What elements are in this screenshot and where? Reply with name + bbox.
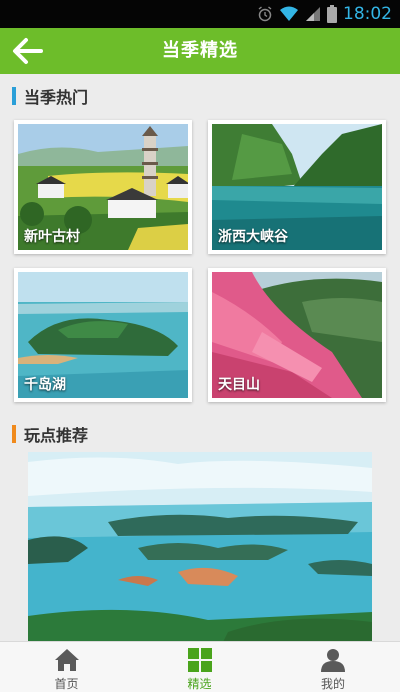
card-xinye-village[interactable]: 新叶古村 (14, 120, 192, 254)
section-accent-bar (12, 87, 16, 105)
app-bar: 当季精选 (0, 28, 400, 74)
card-tianmu-mountain[interactable]: 天目山 (208, 268, 386, 402)
tab-featured-label: 精选 (187, 677, 212, 691)
status-time: 18:02 (343, 4, 392, 24)
signal-icon (306, 7, 320, 21)
status-bar: 18:02 (0, 0, 400, 28)
card-label: 天目山 (218, 377, 260, 393)
section-title-recommend: 玩点推荐 (24, 426, 89, 445)
tab-mine-label: 我的 (320, 677, 345, 691)
bottom-tab-bar: 首页 精选 我的 (0, 641, 400, 692)
page-title: 当季精选 (162, 40, 238, 61)
section-accent-bar (12, 425, 16, 443)
battery-icon (327, 5, 337, 23)
tab-mine[interactable]: 我的 (266, 642, 400, 692)
wifi-icon (280, 6, 298, 21)
tab-featured[interactable]: 精选 (133, 642, 266, 692)
section-header-hot: 当季热门 (12, 85, 88, 107)
tab-home-label: 首页 (54, 677, 79, 691)
alarm-icon (258, 6, 272, 22)
section-header-recommend: 玩点推荐 (12, 423, 88, 445)
card-label: 千岛湖 (24, 377, 66, 393)
user-icon (321, 649, 345, 672)
card-label: 新叶古村 (24, 229, 80, 245)
card-label: 浙西大峡谷 (218, 229, 288, 245)
section-title-hot: 当季热门 (24, 88, 89, 107)
content-area[interactable]: 当季热门 新叶古村 浙西大峡谷 千岛湖 天目山 玩点推荐 (0, 74, 400, 641)
card-qiandao-lake[interactable]: 千岛湖 (14, 268, 192, 402)
grid-icon (187, 648, 212, 672)
card-zhexi-canyon[interactable]: 浙西大峡谷 (208, 120, 386, 254)
recommend-banner[interactable] (28, 452, 372, 641)
tab-home[interactable]: 首页 (0, 642, 133, 692)
home-icon (54, 649, 79, 671)
banner-image (28, 452, 372, 641)
